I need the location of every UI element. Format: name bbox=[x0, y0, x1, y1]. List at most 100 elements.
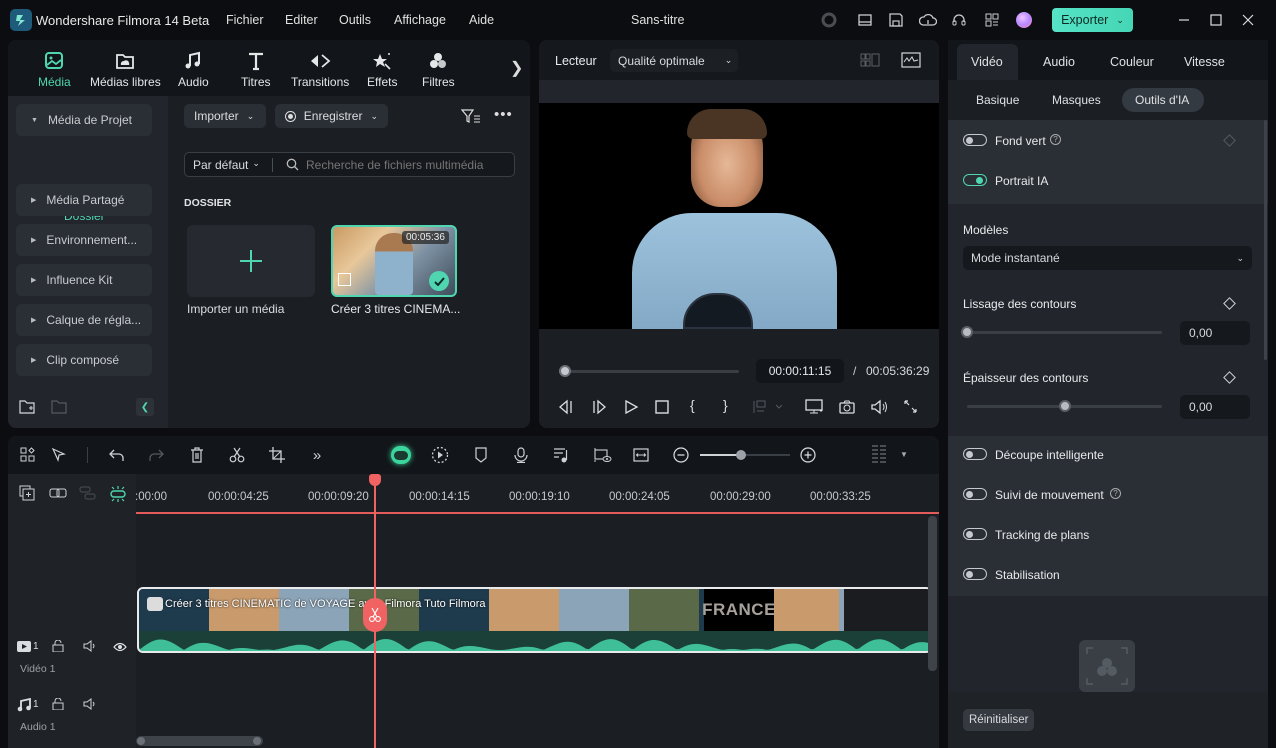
lock-icon[interactable] bbox=[52, 639, 64, 655]
sidebar-item-adjustment-layer[interactable]: ▶ Calque de régla... bbox=[16, 304, 152, 336]
tab-titles[interactable]: Titres bbox=[241, 50, 271, 89]
menu-aide[interactable]: Aide bbox=[469, 13, 494, 27]
collapse-sidebar-button[interactable]: ❮ bbox=[136, 398, 154, 416]
record-button[interactable]: Enregistrer ⌄ bbox=[275, 104, 388, 128]
playback-progress-knob[interactable] bbox=[559, 365, 572, 377]
sidebar-item-compound-clip[interactable]: ▶ Clip composé bbox=[16, 344, 152, 376]
unlink-clips-icon[interactable] bbox=[79, 486, 97, 503]
media-clip-thumbnail[interactable]: 00:05:36 bbox=[331, 225, 457, 297]
headset-icon[interactable] bbox=[949, 10, 969, 30]
marker-icon[interactable] bbox=[472, 446, 490, 464]
minimize-button[interactable] bbox=[1174, 10, 1194, 30]
sidebar-item-shared-media[interactable]: ▶ Média Partagé bbox=[16, 184, 152, 216]
track-height-icon[interactable] bbox=[870, 445, 888, 464]
eye-visibility-icon[interactable] bbox=[113, 641, 127, 655]
edge-smoothing-value[interactable]: 0,00 bbox=[1180, 321, 1250, 345]
edge-thickness-value[interactable]: 0,00 bbox=[1180, 395, 1250, 419]
stabilization-toggle[interactable] bbox=[963, 568, 987, 580]
previous-frame-icon[interactable] bbox=[558, 399, 574, 418]
playhead-handle[interactable] bbox=[369, 474, 381, 486]
crop-icon[interactable] bbox=[268, 446, 286, 464]
maximize-button[interactable] bbox=[1206, 10, 1226, 30]
add-track-icon[interactable] bbox=[19, 485, 35, 504]
audio-music-list-icon[interactable] bbox=[552, 446, 570, 464]
select-tool-icon[interactable] bbox=[50, 446, 68, 464]
tab-media[interactable]: Média bbox=[38, 50, 71, 89]
ai-copilot-icon[interactable] bbox=[390, 445, 412, 465]
subtab-ai-tools[interactable]: Outils d'IA bbox=[1135, 93, 1189, 107]
timeline-zoom-slider[interactable] bbox=[700, 450, 790, 460]
delete-folder-icon[interactable] bbox=[51, 399, 67, 417]
edge-thickness-slider[interactable] bbox=[967, 400, 1162, 412]
media-search-input[interactable] bbox=[306, 156, 506, 174]
lock-icon[interactable] bbox=[52, 697, 64, 713]
fit-timeline-icon[interactable] bbox=[632, 446, 650, 464]
video-clip[interactable]: FRANCE Créer 3 titres CINEMATIC de VOYAG… bbox=[137, 587, 932, 653]
fond-vert-toggle[interactable] bbox=[963, 134, 987, 146]
split-at-playhead-button[interactable] bbox=[363, 598, 387, 632]
track-volume-icon[interactable] bbox=[83, 640, 97, 655]
undo-icon[interactable] bbox=[108, 446, 126, 464]
sidebar-item-environment[interactable]: ▶ Environnement... bbox=[16, 224, 152, 256]
tab-speed[interactable]: Vitesse bbox=[1184, 55, 1225, 69]
delete-icon[interactable] bbox=[188, 446, 206, 464]
timeline-zoom-knob[interactable] bbox=[735, 450, 746, 460]
preview-render-icon[interactable] bbox=[592, 446, 612, 464]
timeline-horizontal-scrollbar[interactable] bbox=[136, 736, 263, 746]
split-scissors-icon[interactable] bbox=[228, 446, 246, 464]
magnetic-snap-icon[interactable] bbox=[109, 485, 127, 506]
layout-icon[interactable] bbox=[855, 10, 875, 30]
edge-smoothing-slider[interactable] bbox=[961, 326, 1162, 338]
menu-fichier[interactable]: Fichier bbox=[226, 13, 264, 27]
tab-audio-props[interactable]: Audio bbox=[1043, 55, 1075, 69]
new-folder-icon[interactable] bbox=[19, 399, 35, 417]
stop-icon[interactable] bbox=[655, 400, 669, 417]
insert-clip-icon[interactable] bbox=[752, 399, 784, 418]
tab-audio[interactable]: Audio bbox=[178, 50, 209, 89]
auto-playback-icon[interactable] bbox=[431, 446, 449, 464]
edge-smoothing-knob[interactable] bbox=[961, 326, 973, 338]
quality-dropdown[interactable]: Qualité optimale ⌄ bbox=[610, 49, 738, 72]
smart-cutout-toggle[interactable] bbox=[963, 448, 987, 460]
display-settings-icon[interactable] bbox=[805, 399, 825, 418]
track-volume-icon[interactable] bbox=[83, 698, 97, 713]
layout-switch-icon[interactable] bbox=[19, 446, 37, 464]
tab-video[interactable]: Vidéo bbox=[971, 55, 1003, 69]
menu-editer[interactable]: Editer bbox=[285, 13, 318, 27]
subtab-masks[interactable]: Masques bbox=[1052, 93, 1101, 107]
edge-thickness-knob[interactable] bbox=[1058, 400, 1071, 412]
tab-color[interactable]: Couleur bbox=[1110, 55, 1154, 69]
fullscreen-icon[interactable] bbox=[903, 399, 918, 417]
tab-transitions[interactable]: Transitions bbox=[291, 50, 349, 89]
redo-icon[interactable] bbox=[147, 446, 165, 464]
mark-in-icon[interactable]: { bbox=[690, 397, 695, 413]
waveform-monitor-icon[interactable] bbox=[901, 52, 921, 71]
help-icon[interactable]: ? bbox=[1110, 488, 1121, 499]
playback-progress-track[interactable] bbox=[559, 365, 739, 377]
tab-effects[interactable]: Effets bbox=[367, 50, 397, 89]
close-button[interactable] bbox=[1238, 10, 1258, 30]
multicam-grid-icon[interactable] bbox=[860, 53, 880, 70]
sidebar-item-influence-kit[interactable]: ▶ Influence Kit bbox=[16, 264, 152, 296]
caret-down-icon[interactable]: ▼ bbox=[900, 450, 908, 459]
zoom-out-icon[interactable] bbox=[672, 446, 690, 464]
play-icon[interactable] bbox=[623, 399, 639, 418]
sidebar-item-project-media[interactable]: ▼ Média de Projet bbox=[16, 104, 152, 136]
motion-tracking-toggle[interactable] bbox=[963, 488, 987, 500]
more-options-icon[interactable]: ••• bbox=[494, 106, 513, 123]
tabs-next-chevron-icon[interactable]: ❯ bbox=[510, 58, 523, 78]
import-media-card[interactable] bbox=[187, 225, 315, 297]
help-icon[interactable]: ? bbox=[1050, 134, 1061, 145]
next-frame-icon[interactable] bbox=[591, 399, 607, 418]
zoom-in-icon[interactable] bbox=[799, 446, 817, 464]
portrait-ia-toggle[interactable] bbox=[963, 174, 987, 186]
link-clips-icon[interactable] bbox=[49, 486, 67, 503]
voiceover-mic-icon[interactable] bbox=[512, 446, 530, 464]
more-tools-icon[interactable]: » bbox=[308, 446, 326, 464]
filter-sort-icon[interactable] bbox=[460, 108, 481, 127]
account-avatar[interactable] bbox=[1014, 10, 1034, 30]
tab-stock-media[interactable]: Médias libres bbox=[90, 50, 161, 89]
mark-out-icon[interactable]: } bbox=[723, 397, 728, 413]
menu-affichage[interactable]: Affichage bbox=[394, 13, 446, 27]
properties-scrollbar[interactable] bbox=[1264, 120, 1267, 360]
